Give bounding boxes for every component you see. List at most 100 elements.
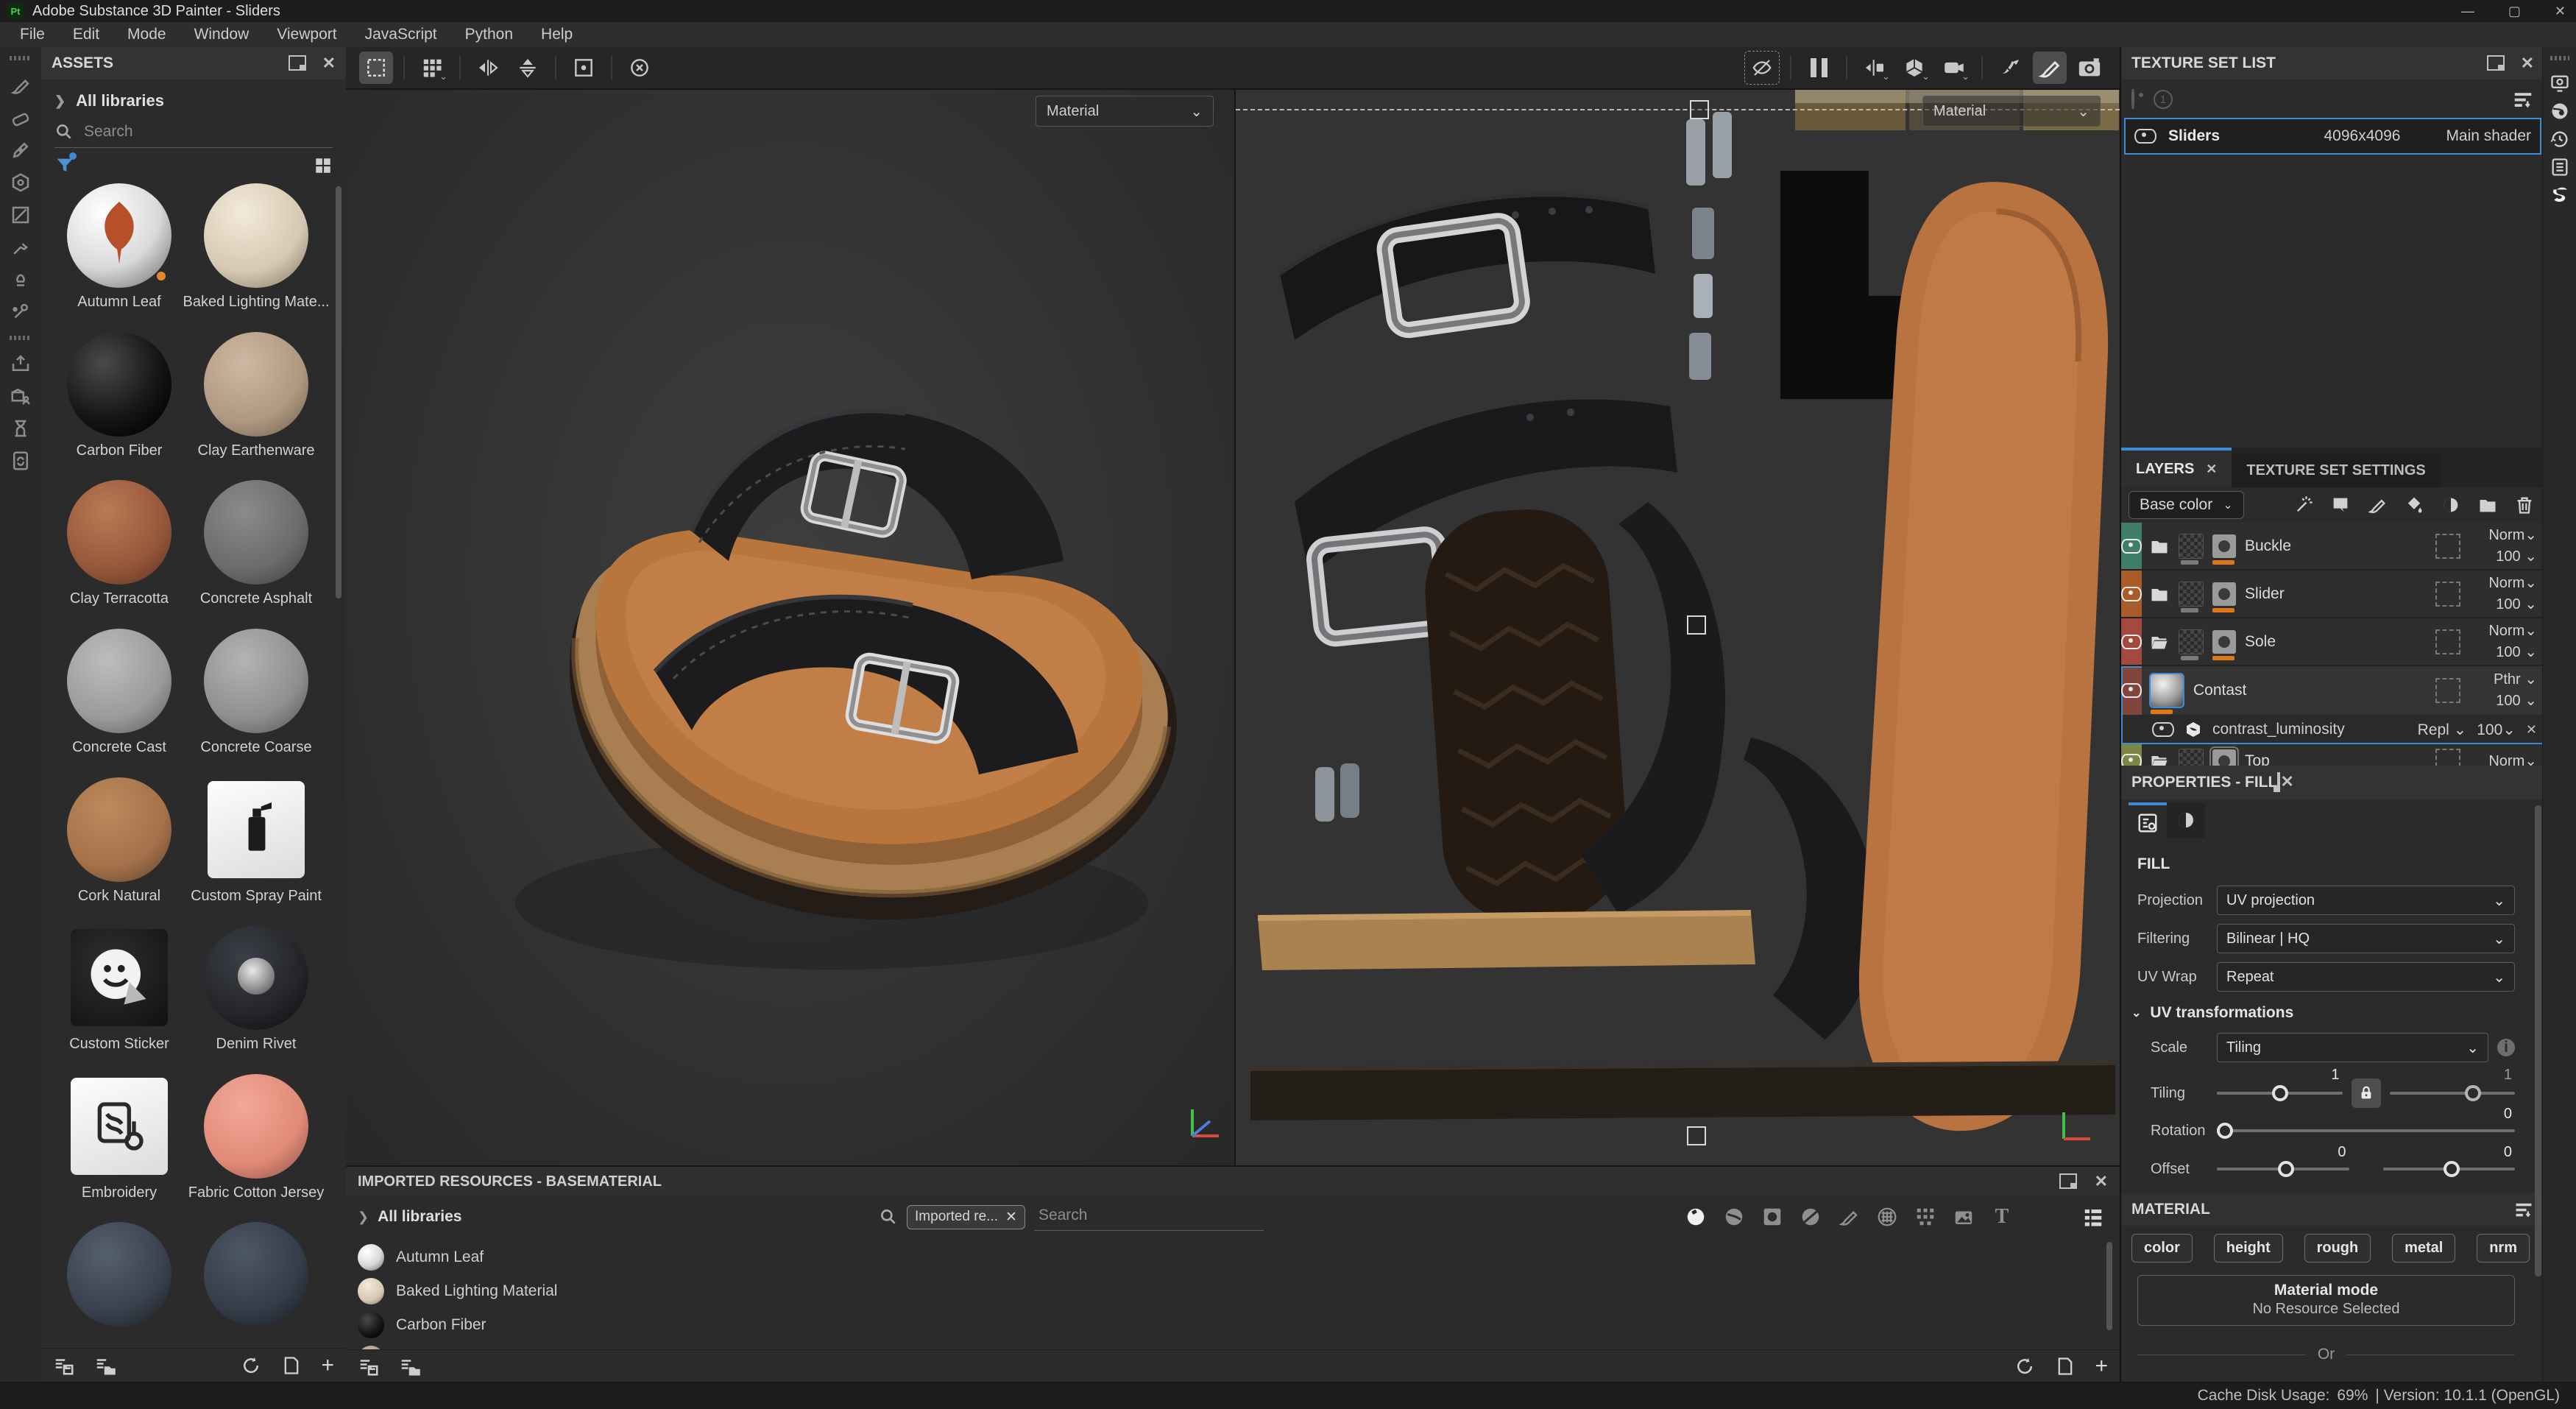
asset-tile[interactable]: Cork Natural	[53, 777, 185, 920]
asset-tile[interactable]	[53, 1222, 185, 1348]
axis-gizmo-2d-icon[interactable]	[2050, 1101, 2102, 1152]
filter-text-icon[interactable]: T	[1987, 1202, 2017, 1232]
layer-row-slider[interactable]: Slider Norm⌄ 100 ⌄	[2121, 571, 2544, 618]
shader-material-dropdown[interactable]: Material⌄	[1036, 96, 1214, 127]
gizmo-handle[interactable]	[1687, 1126, 1706, 1145]
rotation-slider[interactable]: 0	[2217, 1129, 2515, 1132]
axis-gizmo-icon[interactable]	[1178, 1099, 1229, 1151]
tiling-lock-icon[interactable]	[2352, 1078, 2381, 1108]
channel-metal-button[interactable]: metal	[2392, 1234, 2455, 1263]
delete-layer-icon[interactable]	[2512, 492, 2537, 518]
display-settings-icon[interactable]	[2543, 69, 2576, 97]
imported-search-input[interactable]: Search	[1034, 1204, 1264, 1231]
eye-check-icon[interactable]	[2131, 91, 2134, 108]
asset-tile[interactable]: Clay Terracotta	[53, 480, 185, 623]
filter-brushes-icon[interactable]	[1834, 1202, 1864, 1232]
channel-height-button[interactable]: height	[2214, 1234, 2283, 1263]
channel-color-button[interactable]: color	[2131, 1234, 2193, 1263]
menu-window[interactable]: Window	[180, 26, 263, 43]
asset-tile[interactable]: Fabric Cotton Jersey	[190, 1074, 322, 1217]
paint-mode-icon[interactable]	[2033, 52, 2067, 84]
tab-texture-set-settings[interactable]: TEXTURE SET SETTINGS	[2232, 453, 2440, 487]
opacity-dropdown[interactable]: 100 ⌄	[2469, 642, 2537, 663]
polygon-fill-tool-icon[interactable]	[0, 199, 41, 231]
uv-transformations-title[interactable]: UV transformations	[2150, 1004, 2293, 1022]
mirror-vertical-icon[interactable]	[511, 52, 545, 84]
properties-scrollbar[interactable]	[2535, 805, 2541, 1276]
mask-thumbnail[interactable]	[2212, 582, 2236, 606]
filter-alphas-icon[interactable]	[1758, 1202, 1787, 1232]
offset-x-slider[interactable]: 0	[2217, 1168, 2349, 1170]
close-panel-icon[interactable]: ✕	[322, 55, 336, 71]
asset-tile[interactable]: Custom Spray Paint	[190, 777, 322, 920]
filter-filters-icon[interactable]	[1796, 1202, 1825, 1232]
chip-remove-icon[interactable]: ✕	[1005, 1209, 1017, 1226]
material-mode-button[interactable]: Material mode No Resource Selected	[2137, 1275, 2515, 1326]
resource-row[interactable]: Baked Lighting Material	[358, 1274, 2120, 1308]
layer-group-contast-selected[interactable]: Contast Pthr ⌄ 100 ⌄ contrast_luminosity…	[2121, 666, 2544, 744]
scale-mode-dropdown[interactable]: Tiling⌄	[2217, 1033, 2488, 1062]
mask-thumbnail[interactable]	[2212, 534, 2236, 558]
search-filter-chip[interactable]: Imported re... ✕	[907, 1205, 1025, 1229]
gizmo-handle[interactable]	[1690, 100, 1709, 119]
tiling-x-slider[interactable]: 1	[2217, 1092, 2343, 1095]
asset-tile[interactable]: Clay Earthenware	[190, 332, 322, 475]
shader-settings-icon[interactable]	[2543, 97, 2576, 125]
substance-share-icon[interactable]	[2543, 181, 2576, 209]
menu-python[interactable]: Python	[451, 26, 527, 43]
history-hourglass-icon[interactable]	[0, 412, 41, 445]
effect-row-contrast-luminosity[interactable]: contrast_luminosity Repl ⌄ 100⌄ ✕	[2121, 715, 2544, 744]
layer-row-buckle[interactable]: Buckle Norm⌄ 100 ⌄	[2121, 523, 2544, 571]
close-tab-icon[interactable]: ✕	[2206, 462, 2217, 476]
eye-icon[interactable]	[2121, 539, 2142, 554]
dock-icon[interactable]	[2059, 1173, 2077, 1189]
resource-row[interactable]: Clay Earthenware	[358, 1342, 2120, 1349]
eraser-tool-icon[interactable]	[0, 102, 41, 134]
tile-pattern-icon[interactable]: ⌄	[415, 52, 449, 84]
layer-row-contast[interactable]: Contast Pthr ⌄ 100 ⌄	[2121, 666, 2544, 715]
uv-wrap-dropdown[interactable]: Repeat⌄	[2217, 962, 2515, 992]
marquee-select-icon[interactable]	[359, 52, 393, 84]
filter-textures-icon[interactable]	[1872, 1202, 1902, 1232]
texture-set-shader[interactable]: Main shader	[2446, 127, 2531, 145]
layer-thumbnail[interactable]	[2179, 534, 2204, 559]
asset-tile[interactable]: Custom Sticker	[53, 925, 185, 1068]
channel-rough-button[interactable]: rough	[2304, 1234, 2371, 1263]
asset-tile[interactable]: Autumn Leaf	[53, 183, 185, 326]
new-document-icon[interactable]	[2055, 1356, 2076, 1377]
tab-layers[interactable]: LAYERS ✕	[2121, 448, 2232, 487]
eye-icon[interactable]	[2121, 587, 2142, 601]
export-resources-icon[interactable]	[399, 1355, 421, 1377]
resource-row[interactable]: Carbon Fiber	[358, 1308, 2120, 1342]
channel-nrm-button[interactable]: nrm	[2477, 1234, 2530, 1263]
export-resources-icon[interactable]	[94, 1355, 116, 1377]
opacity-dropdown[interactable]: 100 ⌄	[2469, 594, 2537, 615]
imported-breadcrumb[interactable]: All libraries	[378, 1208, 461, 1226]
asset-tile[interactable]: Concrete Asphalt	[190, 480, 322, 623]
filter-materials-icon[interactable]	[1681, 1202, 1710, 1232]
assets-breadcrumb[interactable]: All libraries	[76, 91, 164, 110]
filter-environments-icon[interactable]	[1949, 1202, 1978, 1232]
new-document-icon[interactable]	[281, 1355, 302, 1376]
remove-effect-icon[interactable]: ✕	[2526, 723, 2537, 736]
menu-mode[interactable]: Mode	[113, 26, 180, 43]
add-paint-layer-icon[interactable]	[2365, 492, 2390, 518]
menu-javascript[interactable]: JavaScript	[351, 26, 451, 43]
shader-material-dropdown-2d[interactable]: Material⌄	[1922, 96, 2101, 127]
dock-icon[interactable]	[289, 55, 306, 71]
export-icon[interactable]	[0, 347, 41, 380]
asset-tile[interactable]: Baked Lighting Mate...	[190, 183, 322, 326]
opacity-dropdown[interactable]: 100 ⌄	[2469, 691, 2537, 712]
assets-search-input[interactable]: Search	[84, 123, 133, 141]
asset-tile[interactable]: Embroidery	[53, 1074, 185, 1217]
grid-view-icon[interactable]	[314, 156, 333, 175]
list-filter-icon[interactable]	[2512, 88, 2534, 110]
blend-mode-dropdown[interactable]: Norm⌄	[2469, 573, 2537, 594]
rail-grip-icon[interactable]	[2543, 47, 2576, 69]
add-mask-icon[interactable]	[2438, 492, 2463, 518]
effect-opacity-dropdown[interactable]: 100⌄	[2477, 721, 2516, 739]
asset-tile[interactable]: Carbon Fiber	[53, 332, 185, 475]
menu-edit[interactable]: Edit	[59, 26, 113, 43]
close-panel-icon[interactable]: ✕	[2280, 772, 2293, 791]
menu-viewport[interactable]: Viewport	[263, 26, 350, 43]
